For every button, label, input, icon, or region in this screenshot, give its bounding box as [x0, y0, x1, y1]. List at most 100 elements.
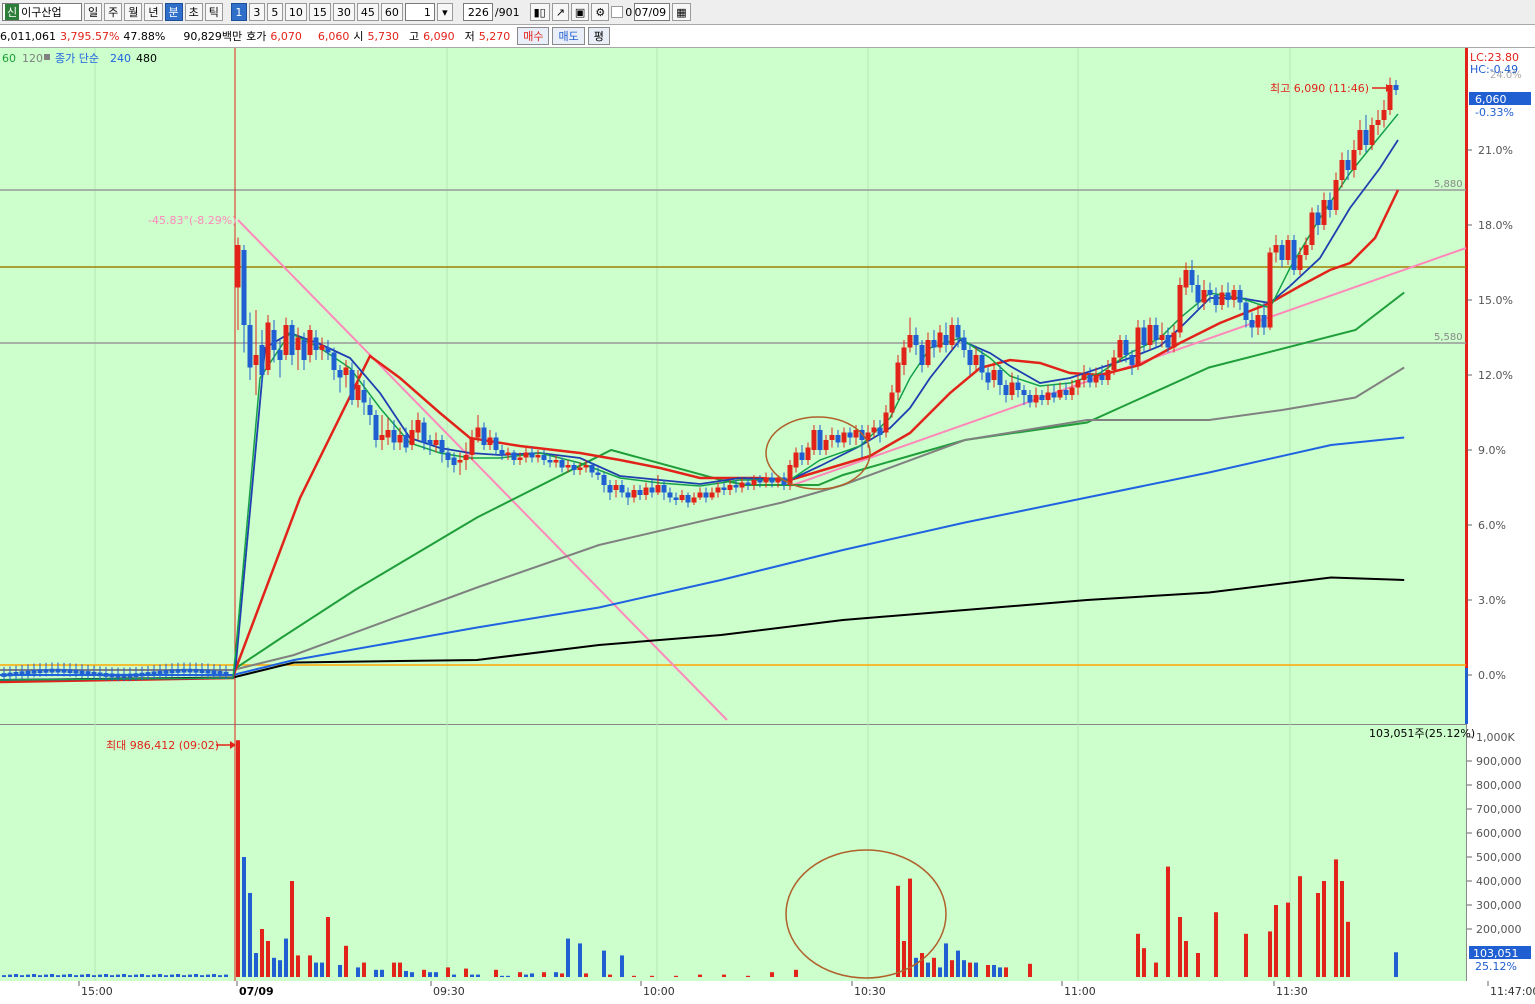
period-year-button[interactable]: 년	[144, 3, 163, 21]
interval-1-button[interactable]: 1	[230, 3, 247, 21]
period-tick-button[interactable]: 틱	[204, 3, 223, 21]
draw-tool-icon[interactable]: ↗	[551, 3, 569, 21]
period-month-button[interactable]: 월	[124, 3, 143, 21]
calendar-icon[interactable]: ▦	[672, 3, 691, 21]
candle-body	[55, 668, 61, 673]
candle-body	[175, 669, 181, 673]
volume-bar	[194, 974, 198, 977]
volume-bar	[566, 938, 570, 977]
volume-bar	[968, 962, 972, 977]
candle-body	[127, 673, 133, 678]
interval-60-button[interactable]: 60	[380, 3, 403, 21]
candle-body	[919, 345, 925, 365]
interval-5-button[interactable]: 5	[266, 3, 283, 21]
candle-body	[913, 335, 919, 345]
candle-body	[901, 347, 907, 365]
volume-bar	[356, 967, 360, 977]
level-label-5580: 5,580	[1434, 332, 1463, 343]
candle-body	[235, 245, 241, 288]
volume-bar	[770, 972, 774, 977]
candle-body	[601, 475, 607, 485]
count-input[interactable]: 226	[462, 3, 493, 21]
candle-body	[469, 437, 475, 455]
period-day-button[interactable]: 일	[84, 3, 103, 21]
candle-body	[205, 669, 211, 674]
interval-30-button[interactable]: 30	[332, 3, 355, 21]
unit-dropdown-icon[interactable]: ▾	[436, 3, 453, 21]
volume-bar	[932, 957, 936, 977]
unit-input[interactable]: 1	[404, 3, 435, 21]
candle-body	[1321, 200, 1327, 225]
period-week-button[interactable]: 주	[104, 3, 123, 21]
interval-10-button[interactable]: 10	[284, 3, 307, 21]
volume-bar	[266, 941, 270, 977]
volume-bar	[32, 974, 36, 977]
volume-bar	[56, 975, 60, 977]
candle-body	[199, 669, 205, 673]
volume-bar	[344, 945, 348, 977]
candle-body	[37, 669, 43, 674]
interval-3-button[interactable]: 3	[248, 3, 265, 21]
candle-type-icon[interactable]: ▮▯	[529, 3, 550, 21]
interval-45-button[interactable]: 45	[356, 3, 379, 21]
candle-body	[307, 330, 313, 355]
volume-bar	[1334, 859, 1338, 977]
candle-body	[1195, 285, 1201, 303]
gear-icon[interactable]: ⚙	[591, 3, 610, 21]
candle-body	[415, 420, 421, 433]
buy-button[interactable]: 매수	[517, 27, 550, 45]
period-second-button[interactable]: 초	[184, 3, 203, 21]
sell-button[interactable]: 매도	[552, 27, 585, 45]
candle-body	[595, 472, 601, 475]
turnover-pct: 47.88%	[123, 29, 166, 43]
option-checkbox[interactable]	[611, 6, 624, 18]
date-input[interactable]: 07/09	[634, 3, 671, 21]
volume-bar	[1340, 881, 1344, 977]
candle-body	[1087, 375, 1093, 383]
price-tick-label: 9.0%	[1478, 444, 1506, 457]
candle-body	[7, 672, 13, 677]
period-minute-button[interactable]: 분	[164, 3, 183, 21]
volume-bar	[530, 973, 534, 977]
stock-chart-svg[interactable]: 60 120 종가 단순 240 480 최고 6,090 (11:46) -4…	[0, 48, 1535, 1001]
candle-body	[1147, 325, 1153, 345]
candle-body	[1303, 245, 1309, 255]
candle-body	[721, 487, 727, 490]
candle-body	[661, 485, 667, 493]
candle-body	[313, 337, 319, 350]
stock-name-field[interactable]: 신 이구산업	[2, 3, 82, 21]
candle-body	[1261, 315, 1267, 328]
legend-swatch-icon	[44, 54, 50, 60]
volume-bar	[794, 969, 798, 977]
candle-body	[355, 385, 361, 400]
volume-current-pct-label: 25.12%	[1475, 960, 1517, 973]
candle-body	[1051, 392, 1057, 398]
eval-button[interactable]: 평	[587, 27, 610, 45]
time-tick-label: 10:00	[643, 985, 675, 998]
candle-body	[499, 450, 505, 455]
candle-body	[907, 335, 913, 348]
volume-tick-label: 700,000	[1476, 803, 1522, 816]
volume-bar	[542, 972, 546, 977]
candle-body	[115, 673, 121, 678]
time-tick-label: 07/09	[239, 985, 274, 998]
volume-bar	[128, 975, 132, 977]
candle-body	[1297, 255, 1303, 270]
candle-body	[1231, 290, 1237, 300]
volume-bar	[122, 974, 126, 977]
candle-body	[1375, 120, 1381, 125]
candle-body	[157, 670, 163, 675]
volume-bar	[188, 974, 192, 977]
candle-body	[1057, 390, 1063, 398]
price-tick-label: 0.0%	[1478, 669, 1506, 682]
volume-bar	[8, 974, 12, 977]
volume-bar	[272, 957, 276, 977]
volume-bar	[998, 967, 1002, 977]
volume-bar	[146, 975, 150, 977]
checkbox-label: 0	[625, 5, 633, 19]
interval-15-button[interactable]: 15	[308, 3, 331, 21]
candle-body	[331, 352, 337, 370]
volume-bar	[608, 974, 612, 977]
candle-body	[283, 325, 289, 355]
save-icon[interactable]: ▣	[570, 3, 590, 21]
